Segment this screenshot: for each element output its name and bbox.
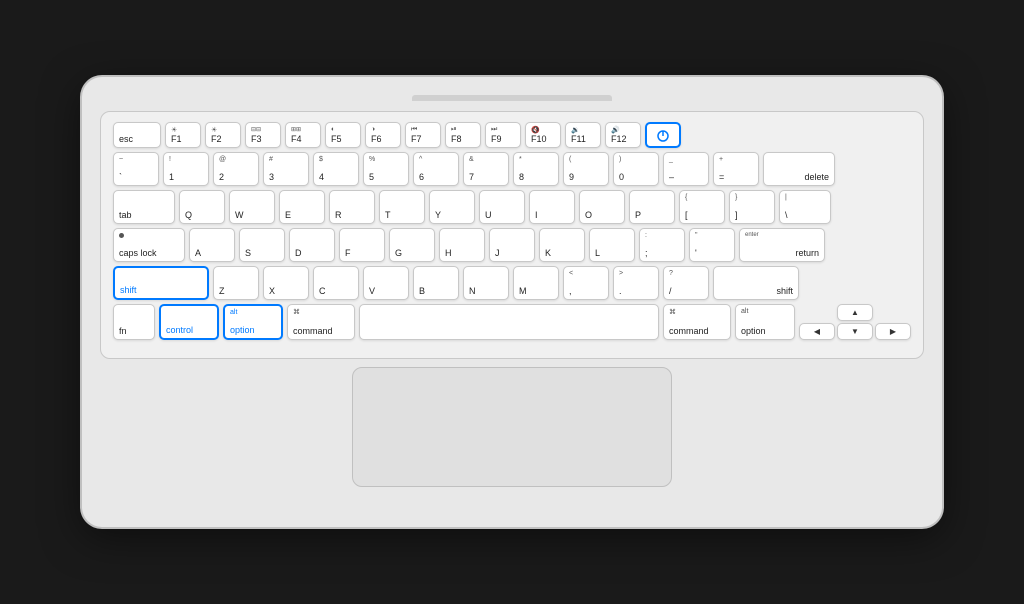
trackpad[interactable] <box>352 367 672 487</box>
key-space[interactable] <box>359 304 659 340</box>
zxcv-key-row: shift Z X C V B N M < , > . ? / shift <box>113 266 911 300</box>
key-5[interactable]: % 5 <box>363 152 409 186</box>
keyboard-area: esc ☀ F1 ☀ F2 ⊟⊟ F3 ⊞⊞ F4 ◐ F5 <box>100 111 924 359</box>
key-n[interactable]: N <box>463 266 509 300</box>
key-arrow-up[interactable]: ▲ <box>837 304 873 321</box>
key-close-bracket[interactable]: } ] <box>729 190 775 224</box>
key-comma[interactable]: < , <box>563 266 609 300</box>
key-e[interactable]: E <box>279 190 325 224</box>
arrow-up-row: ▲ <box>799 304 911 321</box>
key-t[interactable]: T <box>379 190 425 224</box>
fn-key-row: esc ☀ F1 ☀ F2 ⊟⊟ F3 ⊞⊞ F4 ◐ F5 <box>113 122 911 148</box>
key-r[interactable]: R <box>329 190 375 224</box>
key-capslock[interactable]: caps lock <box>113 228 185 262</box>
asdf-key-row: caps lock A S D F G H J K L : ; " ' ente… <box>113 228 911 262</box>
key-3[interactable]: # 3 <box>263 152 309 186</box>
key-equals[interactable]: + = <box>713 152 759 186</box>
key-2[interactable]: @ 2 <box>213 152 259 186</box>
laptop-body: esc ☀ F1 ☀ F2 ⊟⊟ F3 ⊞⊞ F4 ◐ F5 <box>82 77 942 527</box>
key-l[interactable]: L <box>589 228 635 262</box>
key-w[interactable]: W <box>229 190 275 224</box>
key-shift-right[interactable]: shift <box>713 266 799 300</box>
key-f7[interactable]: ⏮ F7 <box>405 122 441 148</box>
key-m[interactable]: M <box>513 266 559 300</box>
key-z[interactable]: Z <box>213 266 259 300</box>
capslock-indicator <box>119 233 124 238</box>
key-q[interactable]: Q <box>179 190 225 224</box>
key-0[interactable]: ) 0 <box>613 152 659 186</box>
key-shift-left[interactable]: shift <box>113 266 209 300</box>
key-return[interactable]: enter return <box>739 228 825 262</box>
power-icon <box>655 127 671 143</box>
key-i[interactable]: I <box>529 190 575 224</box>
qwerty-key-row: tab Q W E R T Y U I O P { [ } ] | \ <box>113 190 911 224</box>
key-control[interactable]: control <box>159 304 219 340</box>
key-9[interactable]: ( 9 <box>563 152 609 186</box>
key-minus[interactable]: _ – <box>663 152 709 186</box>
key-f9[interactable]: ⏭ F9 <box>485 122 521 148</box>
key-tab[interactable]: tab <box>113 190 175 224</box>
key-delete[interactable]: delete <box>763 152 835 186</box>
key-open-bracket[interactable]: { [ <box>679 190 725 224</box>
key-option-left[interactable]: alt option <box>223 304 283 340</box>
key-esc-label: esc <box>119 134 133 144</box>
key-command-left[interactable]: ⌘ command <box>287 304 355 340</box>
key-f2[interactable]: ☀ F2 <box>205 122 241 148</box>
key-esc[interactable]: esc <box>113 122 161 148</box>
key-semicolon[interactable]: : ; <box>639 228 685 262</box>
key-c[interactable]: C <box>313 266 359 300</box>
key-v[interactable]: V <box>363 266 409 300</box>
hinge-top <box>412 95 612 101</box>
number-key-row: ~ ` ! 1 @ 2 # 3 $ 4 % 5 <box>113 152 911 186</box>
key-tilde[interactable]: ~ ` <box>113 152 159 186</box>
key-b[interactable]: B <box>413 266 459 300</box>
key-f6[interactable]: ◑ F6 <box>365 122 401 148</box>
key-d[interactable]: D <box>289 228 335 262</box>
key-j[interactable]: J <box>489 228 535 262</box>
key-f1[interactable]: ☀ F1 <box>165 122 201 148</box>
key-8[interactable]: * 8 <box>513 152 559 186</box>
key-quote[interactable]: " ' <box>689 228 735 262</box>
key-7[interactable]: & 7 <box>463 152 509 186</box>
key-k[interactable]: K <box>539 228 585 262</box>
arrow-lr-row: ◀ ▼ ▶ <box>799 323 911 340</box>
key-a[interactable]: A <box>189 228 235 262</box>
key-command-right[interactable]: ⌘ command <box>663 304 731 340</box>
key-arrow-down[interactable]: ▼ <box>837 323 873 340</box>
key-f8[interactable]: ⏯ F8 <box>445 122 481 148</box>
key-1[interactable]: ! 1 <box>163 152 209 186</box>
key-f5[interactable]: ◐ F5 <box>325 122 361 148</box>
key-f11[interactable]: 🔉 F11 <box>565 122 601 148</box>
modifier-key-row: fn control alt option ⌘ command ⌘ comman… <box>113 304 911 340</box>
trackpad-area <box>100 367 924 487</box>
key-s[interactable]: S <box>239 228 285 262</box>
key-f10[interactable]: 🔇 F10 <box>525 122 561 148</box>
key-arrow-left[interactable]: ◀ <box>799 323 835 340</box>
key-f[interactable]: F <box>339 228 385 262</box>
key-slash[interactable]: ? / <box>663 266 709 300</box>
key-y[interactable]: Y <box>429 190 475 224</box>
key-4[interactable]: $ 4 <box>313 152 359 186</box>
key-o[interactable]: O <box>579 190 625 224</box>
key-6[interactable]: ^ 6 <box>413 152 459 186</box>
key-period[interactable]: > . <box>613 266 659 300</box>
arrow-cluster: ▲ ◀ ▼ ▶ <box>799 304 911 340</box>
key-power[interactable] <box>645 122 681 148</box>
key-x[interactable]: X <box>263 266 309 300</box>
key-f4[interactable]: ⊞⊞ F4 <box>285 122 321 148</box>
key-option-right[interactable]: alt option <box>735 304 795 340</box>
key-f12[interactable]: 🔊 F12 <box>605 122 641 148</box>
key-f3[interactable]: ⊟⊟ F3 <box>245 122 281 148</box>
key-g[interactable]: G <box>389 228 435 262</box>
key-p[interactable]: P <box>629 190 675 224</box>
key-backslash[interactable]: | \ <box>779 190 831 224</box>
key-fn[interactable]: fn <box>113 304 155 340</box>
key-h[interactable]: H <box>439 228 485 262</box>
key-u[interactable]: U <box>479 190 525 224</box>
key-arrow-right[interactable]: ▶ <box>875 323 911 340</box>
